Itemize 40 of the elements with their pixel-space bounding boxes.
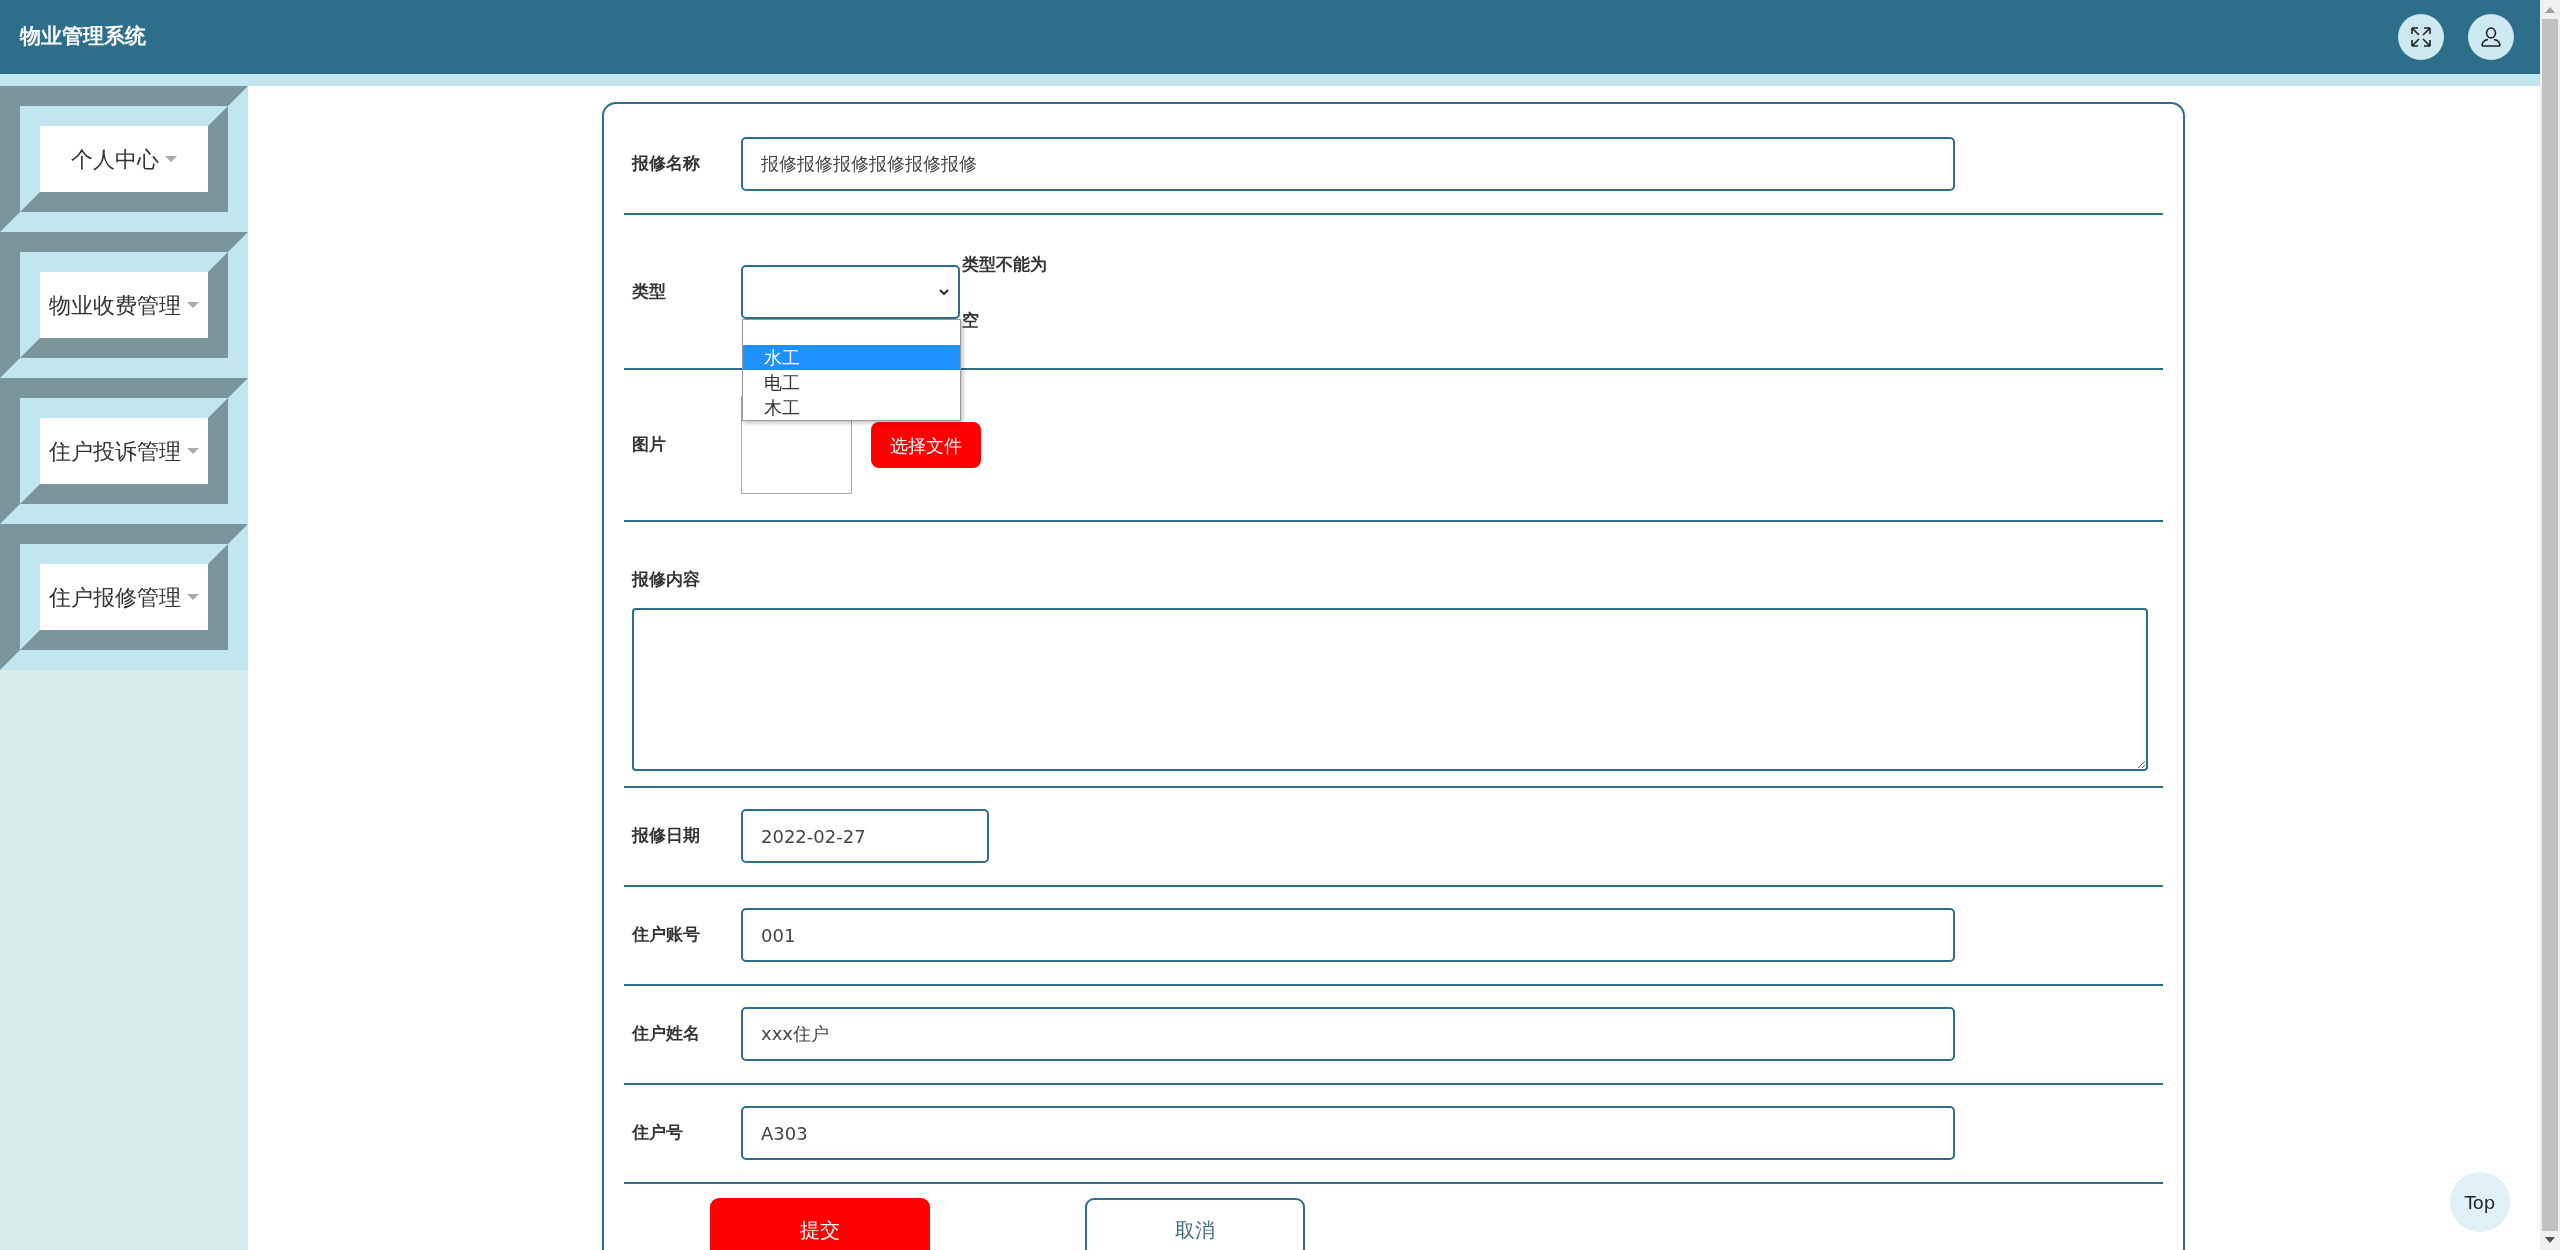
back-to-top-button[interactable]: Top bbox=[2450, 1172, 2510, 1232]
field-label: 住户姓名 bbox=[632, 1022, 701, 1046]
input-field[interactable]: 报修报修报修报修报修报修 bbox=[741, 137, 1955, 191]
scrollbar[interactable] bbox=[2540, 0, 2560, 1250]
fullscreen-button[interactable] bbox=[2398, 14, 2444, 60]
error-message: 类型不能为空 bbox=[962, 252, 1048, 332]
sidebar-menu-button[interactable]: 物业收费管理 bbox=[40, 272, 208, 338]
choose-file-button[interactable]: 选择文件 bbox=[871, 422, 981, 468]
user-button[interactable] bbox=[2468, 14, 2514, 60]
caret-icon bbox=[187, 594, 199, 600]
field-label: 报修日期 bbox=[632, 824, 701, 848]
field-label: 住户号 bbox=[632, 1121, 684, 1145]
input-field[interactable]: 001 bbox=[741, 908, 1955, 962]
up-arrow-icon bbox=[2544, 5, 2556, 15]
input-field[interactable]: xxx住户 bbox=[741, 1007, 1955, 1061]
cancel-button[interactable]: 取消 bbox=[1085, 1197, 1305, 1250]
field-label: 报修名称 bbox=[632, 152, 701, 176]
caret-icon bbox=[165, 156, 177, 162]
down-arrow-icon bbox=[2544, 1235, 2556, 1245]
sidebar-menu-button[interactable]: 住户投诉管理 bbox=[40, 418, 208, 484]
type-select[interactable] bbox=[741, 264, 960, 319]
content-textarea[interactable] bbox=[632, 607, 2148, 771]
scrollbar-thumb[interactable] bbox=[2542, 19, 2558, 1231]
caret-icon bbox=[187, 448, 199, 454]
app-title: 物业管理系统 bbox=[20, 23, 146, 51]
sidebar-menu-button[interactable]: 个人中心 bbox=[40, 126, 208, 192]
sidebar-menu-button[interactable]: 住户报修管理 bbox=[40, 564, 208, 630]
submit-button[interactable]: 提交 bbox=[710, 1197, 930, 1250]
caret-icon bbox=[187, 302, 199, 308]
dropdown-option[interactable]: 电工 bbox=[743, 369, 960, 395]
dropdown-option[interactable]: 木工 bbox=[743, 394, 960, 420]
user-icon bbox=[2479, 25, 2503, 49]
field-label: 图片 bbox=[632, 433, 667, 457]
field-label: 住户账号 bbox=[632, 923, 701, 947]
field-label: 类型 bbox=[632, 279, 667, 303]
date-field[interactable]: 2022-02-27 bbox=[741, 809, 989, 863]
expand-arrows-icon bbox=[2409, 25, 2433, 49]
input-field[interactable]: A303 bbox=[741, 1106, 1955, 1160]
chevron-down-icon bbox=[938, 287, 950, 296]
field-label: 报修内容 bbox=[632, 568, 701, 591]
